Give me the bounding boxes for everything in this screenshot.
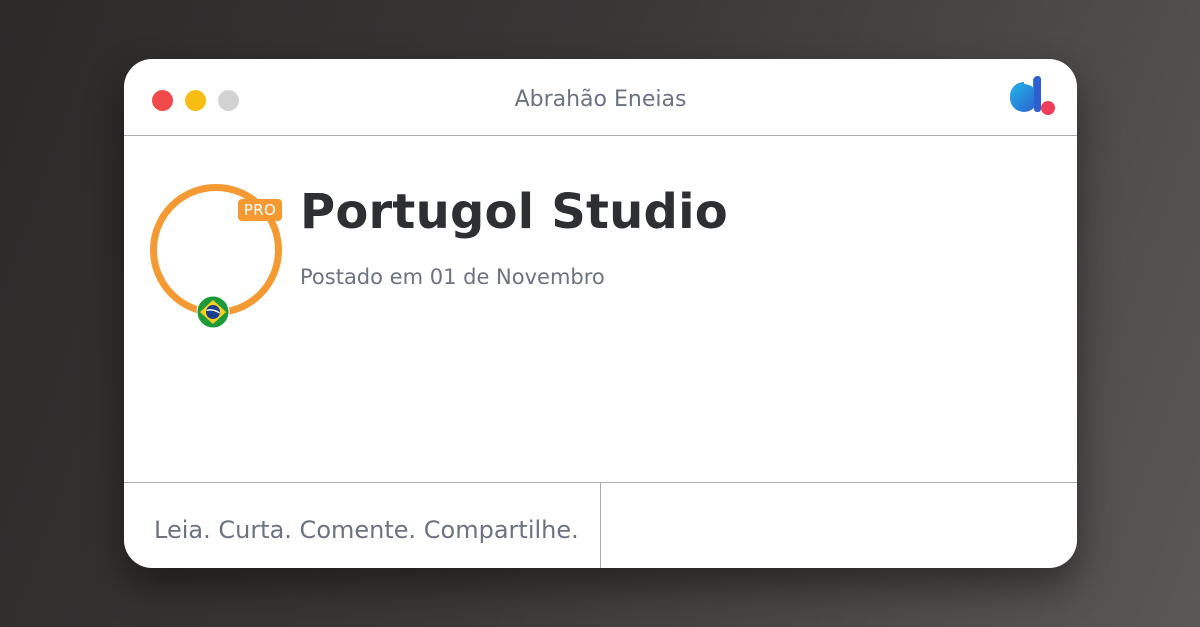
post-header: PRO Portugol Studio Postado em 01 de Nov… [124, 136, 1077, 482]
card-footer: Leia. Curta. Comente. Compartilhe. [124, 482, 1077, 568]
post-title[interactable]: Portugol Studio [300, 184, 728, 240]
brazil-flag-icon [196, 295, 230, 329]
brand-logo-icon[interactable] [1007, 76, 1059, 118]
footer-divider [600, 483, 601, 568]
pro-badge: PRO [238, 199, 282, 221]
post-date: Postado em 01 de Novembro [300, 265, 605, 289]
footer-tagline: Leia. Curta. Comente. Compartilhe. [154, 516, 579, 544]
window-title: Abrahão Eneias [514, 87, 687, 112]
author-avatar[interactable]: PRO [150, 184, 282, 329]
window-titlebar: Abrahão Eneias [124, 59, 1077, 136]
post-card: Abrahão Eneias PRO Portugol Studio Posta… [124, 59, 1077, 568]
